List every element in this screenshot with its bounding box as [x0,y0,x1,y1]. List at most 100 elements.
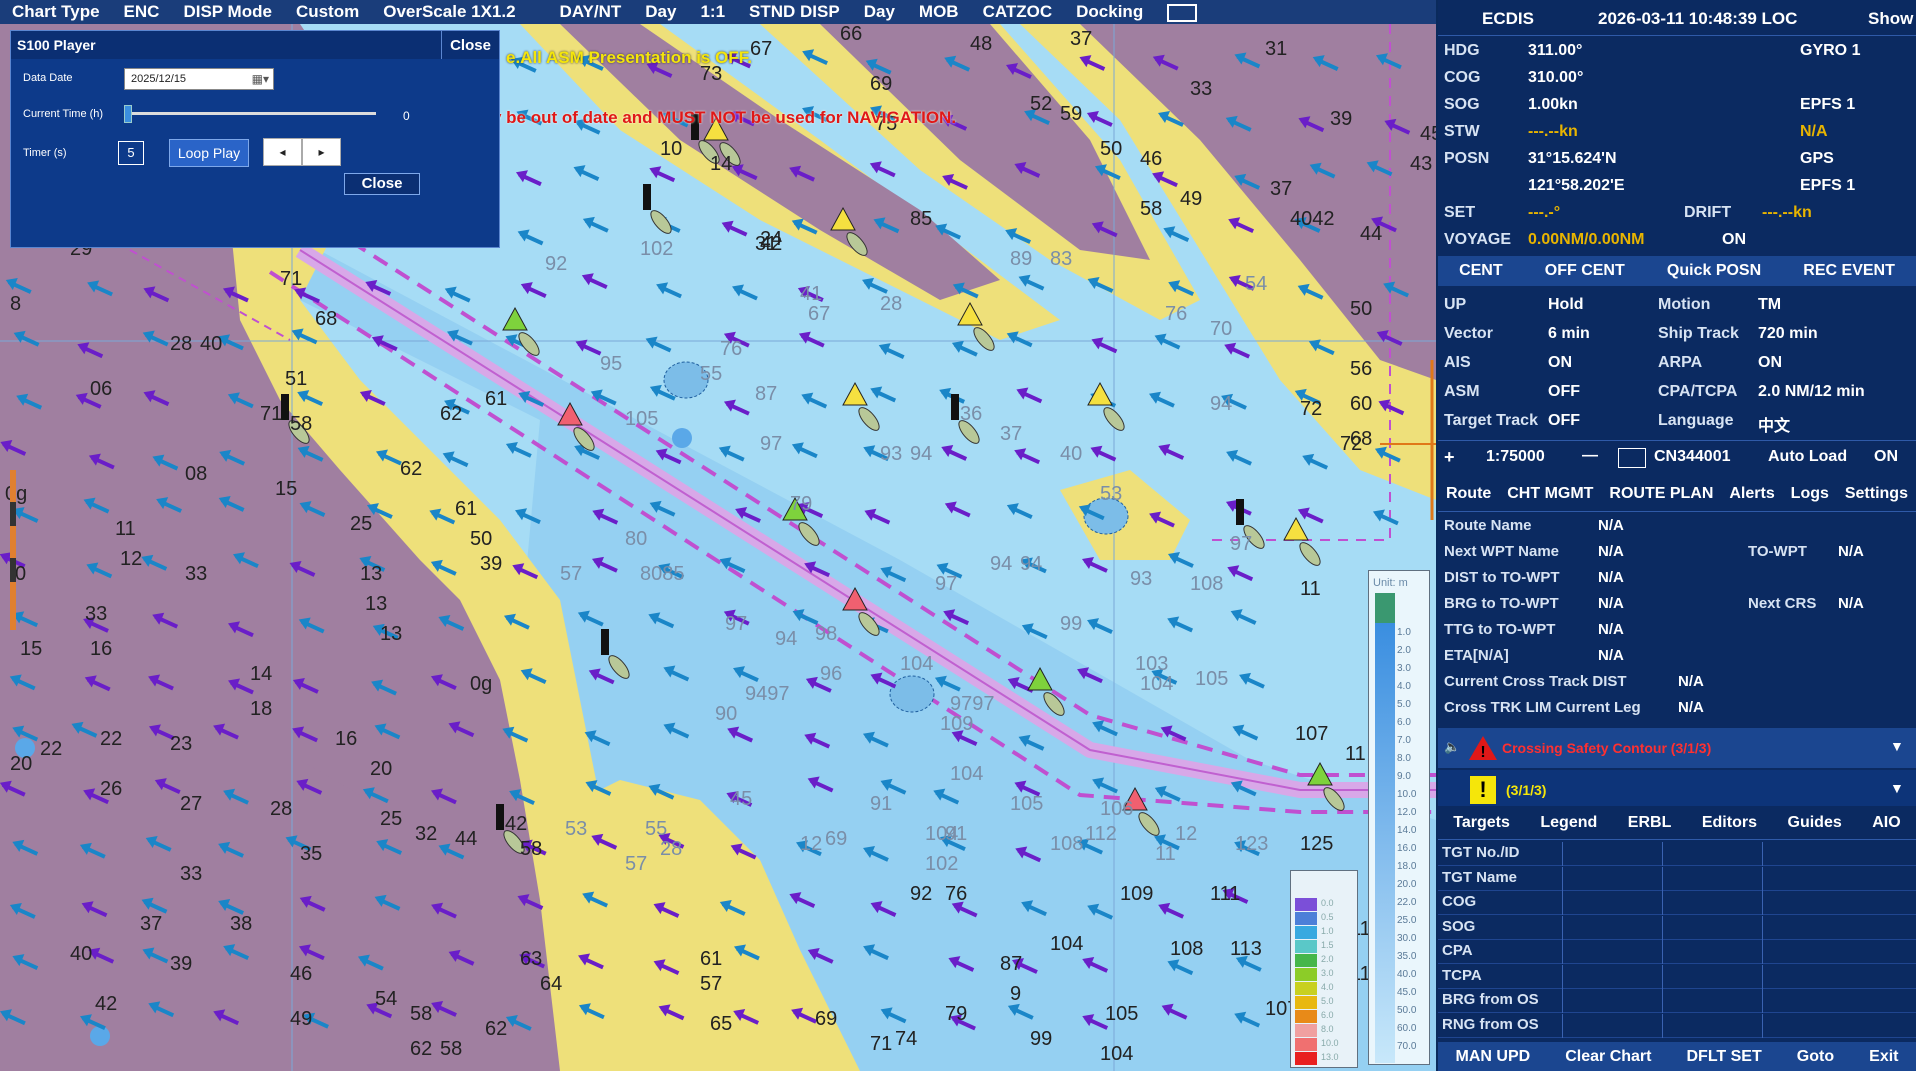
arpa-value[interactable]: ON [1758,354,1782,372]
toolbar-item[interactable]: DISP Mode [171,2,283,22]
toolbar-item[interactable]: ENC [112,2,172,22]
beacon-icon[interactable] [643,184,651,210]
lon-source[interactable]: EPFS 1 [1800,177,1855,195]
target-cell[interactable] [1662,989,1663,1013]
tab-route[interactable]: Route [1446,485,1491,503]
toolbar-item[interactable]: Chart Type [0,2,112,22]
toolbar-item[interactable]: MOB [907,2,971,22]
target-cell[interactable] [1662,842,1663,866]
hdg-source[interactable]: GYRO 1 [1800,42,1860,60]
target-cell[interactable] [1762,989,1763,1013]
target-cell[interactable] [1562,940,1563,964]
target-cell[interactable] [1562,915,1563,940]
chevron-down-icon[interactable]: ▼ [1890,780,1904,796]
tab-settings[interactable]: Settings [1845,485,1908,503]
asm-value[interactable]: OFF [1548,383,1580,401]
target-cell[interactable] [1762,1013,1763,1038]
chevron-down-icon[interactable]: ▼ [1890,738,1904,754]
bottom-button-dflt-set[interactable]: DFLT SET [1687,1048,1762,1066]
target-cell[interactable] [1762,891,1763,915]
motion-value[interactable]: TM [1758,296,1781,314]
tab-erbl[interactable]: ERBL [1628,814,1672,832]
target-cell[interactable] [1762,964,1763,989]
nautical-chart[interactable]: 6766483731333945435952504637404244858983… [0,0,1436,1071]
target-cell[interactable] [1662,964,1663,989]
toolbar-item[interactable]: 1:1 [688,2,737,22]
target-track-value[interactable]: OFF [1548,412,1580,430]
toolbar-item[interactable]: STND DISP [737,2,852,22]
bottom-button-man-upd[interactable]: MAN UPD [1456,1048,1531,1066]
lat-source[interactable]: GPS [1800,150,1834,168]
toolbar-item[interactable]: DAY/NT [548,2,634,22]
toolbar-item[interactable]: OverScale 1X1.2 [371,2,527,22]
target-cell[interactable] [1562,1013,1563,1038]
bottom-button-clear-chart[interactable]: Clear Chart [1565,1048,1651,1066]
show-button[interactable]: Show [1868,9,1913,29]
zoom-in-button[interactable]: + [1444,447,1455,468]
alert-row-1[interactable]: 🔈 ! Crossing Safety Contour (3/1/3) ▼ [1438,728,1916,768]
target-cell[interactable] [1762,940,1763,964]
chart-frame-icon[interactable] [1618,448,1646,468]
zoom-out-button[interactable]: — [1582,447,1598,465]
toolbar-item[interactable]: Custom [284,2,371,22]
cent-button-cent[interactable]: CENT [1459,262,1503,280]
cent-button-quick-posn[interactable]: Quick POSN [1667,262,1761,280]
tab-cht-mgmt[interactable]: CHT MGMT [1507,485,1593,503]
target-cell[interactable] [1562,866,1563,891]
next-step-button[interactable]: ▸ [302,138,341,166]
timer-input[interactable]: 5 [118,141,144,165]
ship-track-value[interactable]: 720 min [1758,325,1818,343]
tab-logs[interactable]: Logs [1791,485,1829,503]
target-cell[interactable] [1762,915,1763,940]
prev-step-button[interactable]: ◂ [263,138,302,166]
target-cell[interactable] [1662,915,1663,940]
slider-handle[interactable] [124,105,132,123]
cpa-tcpa-value[interactable]: 2.0 NM/12 min [1758,383,1865,401]
speaker-icon[interactable]: 🔈 [1444,739,1460,755]
player-close-header-button[interactable]: Close [441,31,499,59]
toolbar-item[interactable]: CATZOC [971,2,1065,22]
beacon-icon[interactable] [951,394,959,420]
cent-button-rec-event[interactable]: REC EVENT [1803,262,1895,280]
target-cell[interactable] [1562,964,1563,989]
target-cell[interactable] [1562,989,1563,1013]
ais-value[interactable]: ON [1548,354,1572,372]
sog-source[interactable]: EPFS 1 [1800,96,1855,114]
beacon-icon[interactable] [601,629,609,655]
target-cell[interactable] [1762,842,1763,866]
tab-route-plan[interactable]: ROUTE PLAN [1609,485,1713,503]
target-cell[interactable] [1662,866,1663,891]
tab-guides[interactable]: Guides [1788,814,1842,832]
target-cell[interactable] [1662,891,1663,915]
player-close-button[interactable]: Close [344,173,420,195]
toolbar-item[interactable]: Day [633,2,688,22]
tab-targets[interactable]: Targets [1453,814,1510,832]
beacon-icon[interactable] [496,804,504,830]
toolbar-item[interactable]: Docking [1064,2,1155,22]
tab-editors[interactable]: Editors [1702,814,1757,832]
tab-alerts[interactable]: Alerts [1729,485,1774,503]
autoload-value[interactable]: ON [1874,448,1898,466]
tab-aio[interactable]: AIO [1872,814,1900,832]
toolbar-item[interactable]: Day [852,2,907,22]
alert-row-2[interactable]: ! (3/1/3) ▼ [1438,770,1916,810]
target-cell[interactable] [1762,866,1763,891]
data-date-picker[interactable]: 2025/12/15 ▦▾ [124,68,274,90]
bottom-button-exit[interactable]: Exit [1869,1048,1898,1066]
current-time-slider[interactable] [126,112,376,115]
tab-legend[interactable]: Legend [1540,814,1597,832]
chart-id[interactable]: CN344001 [1654,448,1731,466]
up-value[interactable]: Hold [1548,296,1584,314]
target-cell[interactable] [1562,842,1563,866]
stw-source[interactable]: N/A [1800,123,1828,141]
language-value[interactable]: 中文 [1758,412,1790,436]
voyage-state[interactable]: ON [1722,231,1746,249]
target-cell[interactable] [1662,1013,1663,1038]
beacon-icon[interactable] [1236,499,1244,525]
vector-value[interactable]: 6 min [1548,325,1590,343]
cent-button-off-cent[interactable]: OFF CENT [1545,262,1625,280]
bottom-button-goto[interactable]: Goto [1797,1048,1834,1066]
loop-play-button[interactable]: Loop Play [169,139,249,167]
target-cell[interactable] [1662,940,1663,964]
calendar-icon[interactable]: ▦▾ [252,72,269,86]
